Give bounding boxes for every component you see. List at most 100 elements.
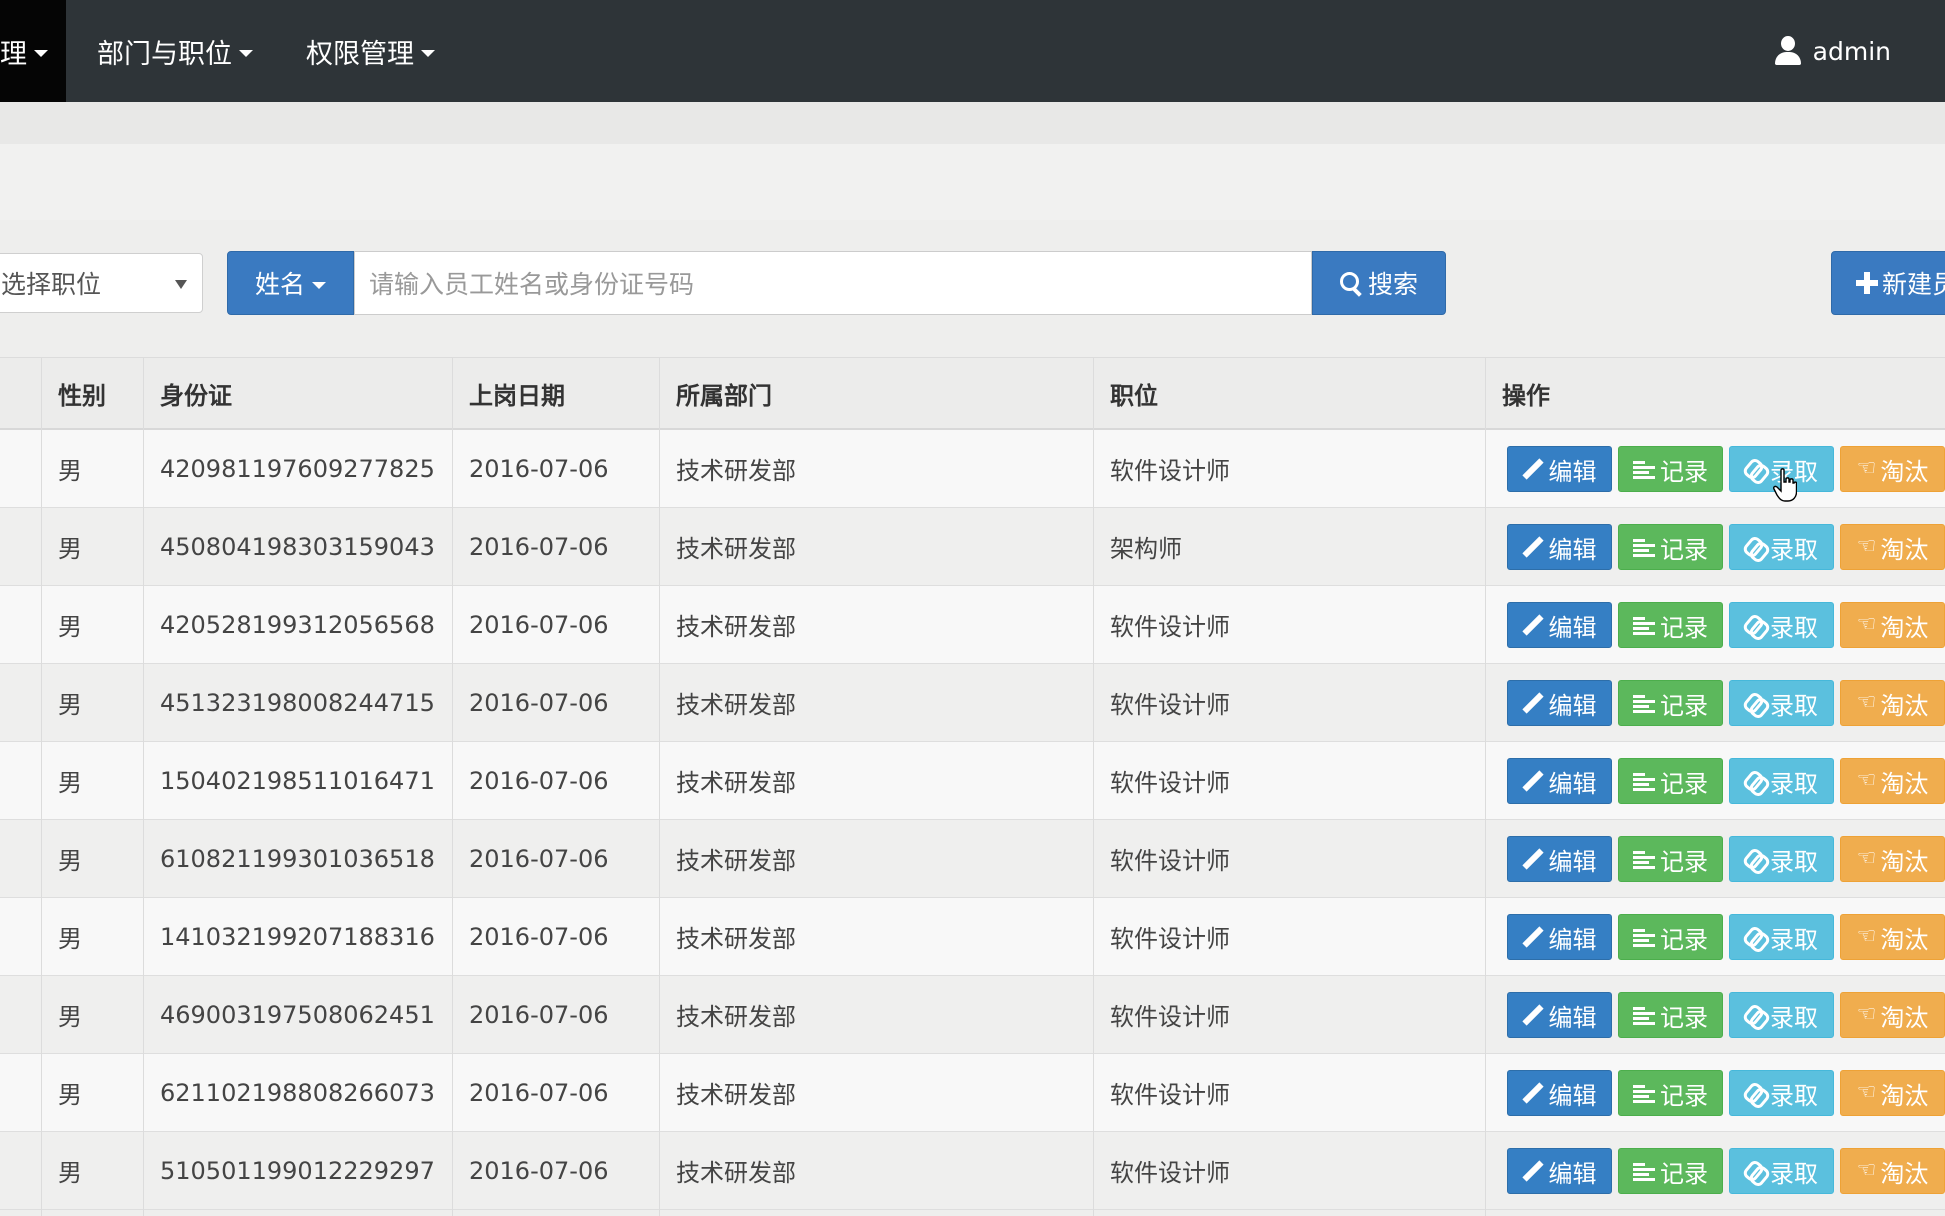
- cell-gender: 男: [58, 769, 82, 797]
- edit-button[interactable]: 编辑: [1507, 992, 1612, 1038]
- eliminate-button[interactable]: ☜ 淘汰: [1840, 1148, 1945, 1194]
- eliminate-button[interactable]: ☜ 淘汰: [1840, 602, 1945, 648]
- table-row: 男 420981197609277825 2016-07-06 技术研发部 软件设计师 编…: [0, 430, 1945, 508]
- table-header: 性别 身份证 上岗日期 所属部门 职位 操作: [0, 357, 1945, 430]
- eliminate-button[interactable]: ☜ 淘汰: [1840, 758, 1945, 804]
- edit-button-label: 编辑: [1548, 769, 1597, 798]
- hire-button-label: 录取: [1770, 613, 1818, 642]
- list-icon: [1633, 771, 1655, 791]
- table-row: 男 451323198008244715 2016-07-06 技术研发部 软件设计师 编…: [0, 664, 1945, 742]
- nav-menu-departments[interactable]: 部门与职位: [97, 0, 253, 102]
- edit-button[interactable]: 编辑: [1507, 1070, 1612, 1116]
- cell-department: 技术研发部: [676, 925, 796, 953]
- hire-button[interactable]: 录取: [1729, 1148, 1834, 1194]
- record-button[interactable]: 记录: [1618, 680, 1723, 726]
- chevron-down-icon: [239, 49, 253, 57]
- hand-left-icon: ☜: [1856, 846, 1877, 871]
- list-icon: [1633, 1005, 1655, 1025]
- record-button[interactable]: 记录: [1618, 1148, 1723, 1194]
- edit-button[interactable]: 编辑: [1507, 914, 1612, 960]
- hire-button[interactable]: 录取: [1729, 524, 1834, 570]
- record-button-label: 记录: [1660, 1159, 1708, 1188]
- edit-button-label: 编辑: [1548, 1081, 1597, 1110]
- column-header-id-card: 身份证: [160, 381, 232, 410]
- column-divider: [1485, 357, 1486, 1216]
- eliminate-button-label: 淘汰: [1880, 769, 1929, 798]
- record-button[interactable]: 记录: [1618, 914, 1723, 960]
- record-button[interactable]: 记录: [1618, 992, 1723, 1038]
- eliminate-button[interactable]: ☜ 淘汰: [1840, 992, 1945, 1038]
- record-button[interactable]: 记录: [1618, 1070, 1723, 1116]
- eliminate-button[interactable]: ☜ 淘汰: [1840, 1070, 1945, 1116]
- hire-button[interactable]: 录取: [1729, 992, 1834, 1038]
- column-divider: [452, 357, 453, 1216]
- cell-id-card: 420981197609277825: [160, 454, 435, 483]
- eliminate-button[interactable]: ☜ 淘汰: [1840, 836, 1945, 882]
- nav-menu-permissions[interactable]: 权限管理: [306, 0, 435, 102]
- cell-id-card: 621102198808266073: [160, 1078, 435, 1107]
- hire-button[interactable]: 录取: [1729, 1070, 1834, 1116]
- record-button[interactable]: 记录: [1618, 602, 1723, 648]
- search-button[interactable]: 搜索: [1312, 251, 1446, 315]
- record-button[interactable]: 记录: [1618, 446, 1723, 492]
- new-employee-button[interactable]: 新建员: [1831, 251, 1945, 315]
- search-input[interactable]: 请输入员工姓名或身份证号码: [354, 251, 1312, 315]
- link-icon: [1741, 1158, 1772, 1189]
- column-divider: [41, 357, 42, 1216]
- hire-button[interactable]: 录取: [1729, 680, 1834, 726]
- hire-button[interactable]: 录取: [1729, 836, 1834, 882]
- hand-left-icon: ☜: [1856, 768, 1877, 793]
- cell-start-date: 2016-07-06: [469, 766, 609, 795]
- hire-button-label: 录取: [1770, 1081, 1818, 1110]
- cell-start-date: 2016-07-06: [469, 1000, 609, 1029]
- edit-button[interactable]: 编辑: [1507, 602, 1612, 648]
- record-button-label: 记录: [1660, 535, 1708, 564]
- pencil-icon: [1523, 537, 1543, 557]
- edit-button[interactable]: 编辑: [1507, 446, 1612, 492]
- hand-cursor-icon: [1773, 468, 1797, 502]
- link-icon: [1741, 846, 1772, 877]
- edit-button[interactable]: 编辑: [1507, 524, 1612, 570]
- eliminate-button-label: 淘汰: [1880, 847, 1929, 876]
- hire-button-label: 录取: [1770, 769, 1818, 798]
- eliminate-button[interactable]: ☜ 淘汰: [1840, 680, 1945, 726]
- header-band: [0, 102, 1945, 144]
- table-row: 男 141032199207188316 2016-07-06 技术研发部 软件设计师 编…: [0, 898, 1945, 976]
- edit-button[interactable]: 编辑: [1507, 1148, 1612, 1194]
- position-select[interactable]: 选择职位: [0, 253, 203, 313]
- hire-button-label: 录取: [1770, 535, 1818, 564]
- cell-gender: 男: [58, 691, 82, 719]
- link-icon: [1741, 1002, 1772, 1033]
- search-button-label: 搜索: [1367, 270, 1418, 299]
- record-button[interactable]: 记录: [1618, 758, 1723, 804]
- cell-position: 软件设计师: [1110, 1081, 1230, 1109]
- edit-button[interactable]: 编辑: [1507, 836, 1612, 882]
- record-button[interactable]: 记录: [1618, 836, 1723, 882]
- hire-button[interactable]: 录取: [1729, 758, 1834, 804]
- edit-button[interactable]: 编辑: [1507, 680, 1612, 726]
- edit-button-label: 编辑: [1548, 925, 1597, 954]
- cell-gender: 男: [58, 1003, 82, 1031]
- cell-gender: 男: [58, 1159, 82, 1187]
- record-button[interactable]: 记录: [1618, 524, 1723, 570]
- edit-button[interactable]: 编辑: [1507, 758, 1612, 804]
- user-menu[interactable]: admin: [1774, 0, 1891, 102]
- search-field-dropdown[interactable]: 姓名: [227, 251, 354, 315]
- eliminate-button[interactable]: ☜ 淘汰: [1840, 524, 1945, 570]
- eliminate-button-label: 淘汰: [1880, 457, 1929, 486]
- eliminate-button[interactable]: ☜ 淘汰: [1840, 446, 1945, 492]
- cell-id-card: 450804198303159043: [160, 532, 435, 561]
- hire-button[interactable]: 录取: [1729, 602, 1834, 648]
- cell-start-date: 2016-07-06: [469, 922, 609, 951]
- search-input-placeholder: 请输入员工姓名或身份证号码: [369, 270, 695, 299]
- cell-id-card: 610821199301036518: [160, 844, 435, 873]
- hire-button-label: 录取: [1770, 1003, 1818, 1032]
- hire-button[interactable]: 录取: [1729, 914, 1834, 960]
- nav-menu-active[interactable]: 理: [0, 0, 66, 102]
- cell-department: 技术研发部: [676, 1081, 796, 1109]
- position-select-value: 选择职位: [1, 270, 102, 299]
- eliminate-button[interactable]: ☜ 淘汰: [1840, 914, 1945, 960]
- table-row: 男 420528199312056568 2016-07-06 技术研发部 软件设计师 编…: [0, 586, 1945, 664]
- eliminate-button-label: 淘汰: [1880, 1003, 1929, 1032]
- cell-gender: 男: [58, 535, 82, 563]
